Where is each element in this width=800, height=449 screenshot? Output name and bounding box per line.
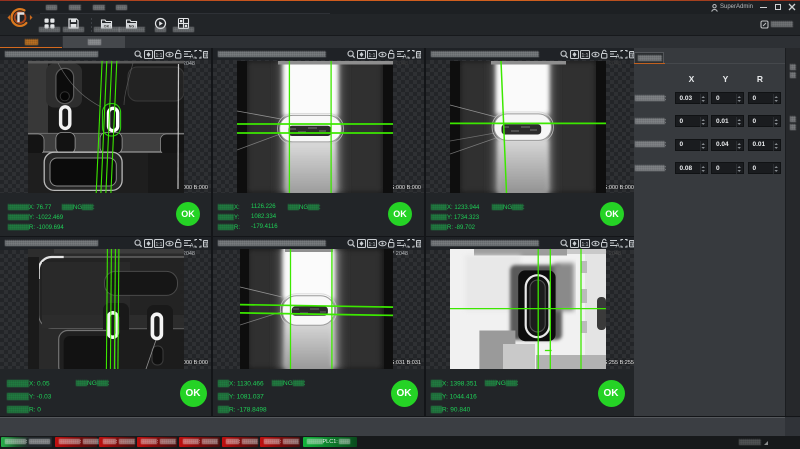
svg-text:1:1: 1:1 — [369, 53, 376, 59]
svg-text:1:1: 1:1 — [369, 242, 376, 248]
svg-text:1:1: 1:1 — [156, 242, 163, 248]
svg-text:A: A — [616, 243, 620, 249]
svg-text:1:1: 1:1 — [582, 242, 589, 248]
svg-text:A: A — [190, 243, 194, 249]
svg-text:A: A — [403, 243, 407, 249]
svg-text:1:1: 1:1 — [156, 53, 163, 59]
svg-text:1:1: 1:1 — [582, 53, 589, 59]
